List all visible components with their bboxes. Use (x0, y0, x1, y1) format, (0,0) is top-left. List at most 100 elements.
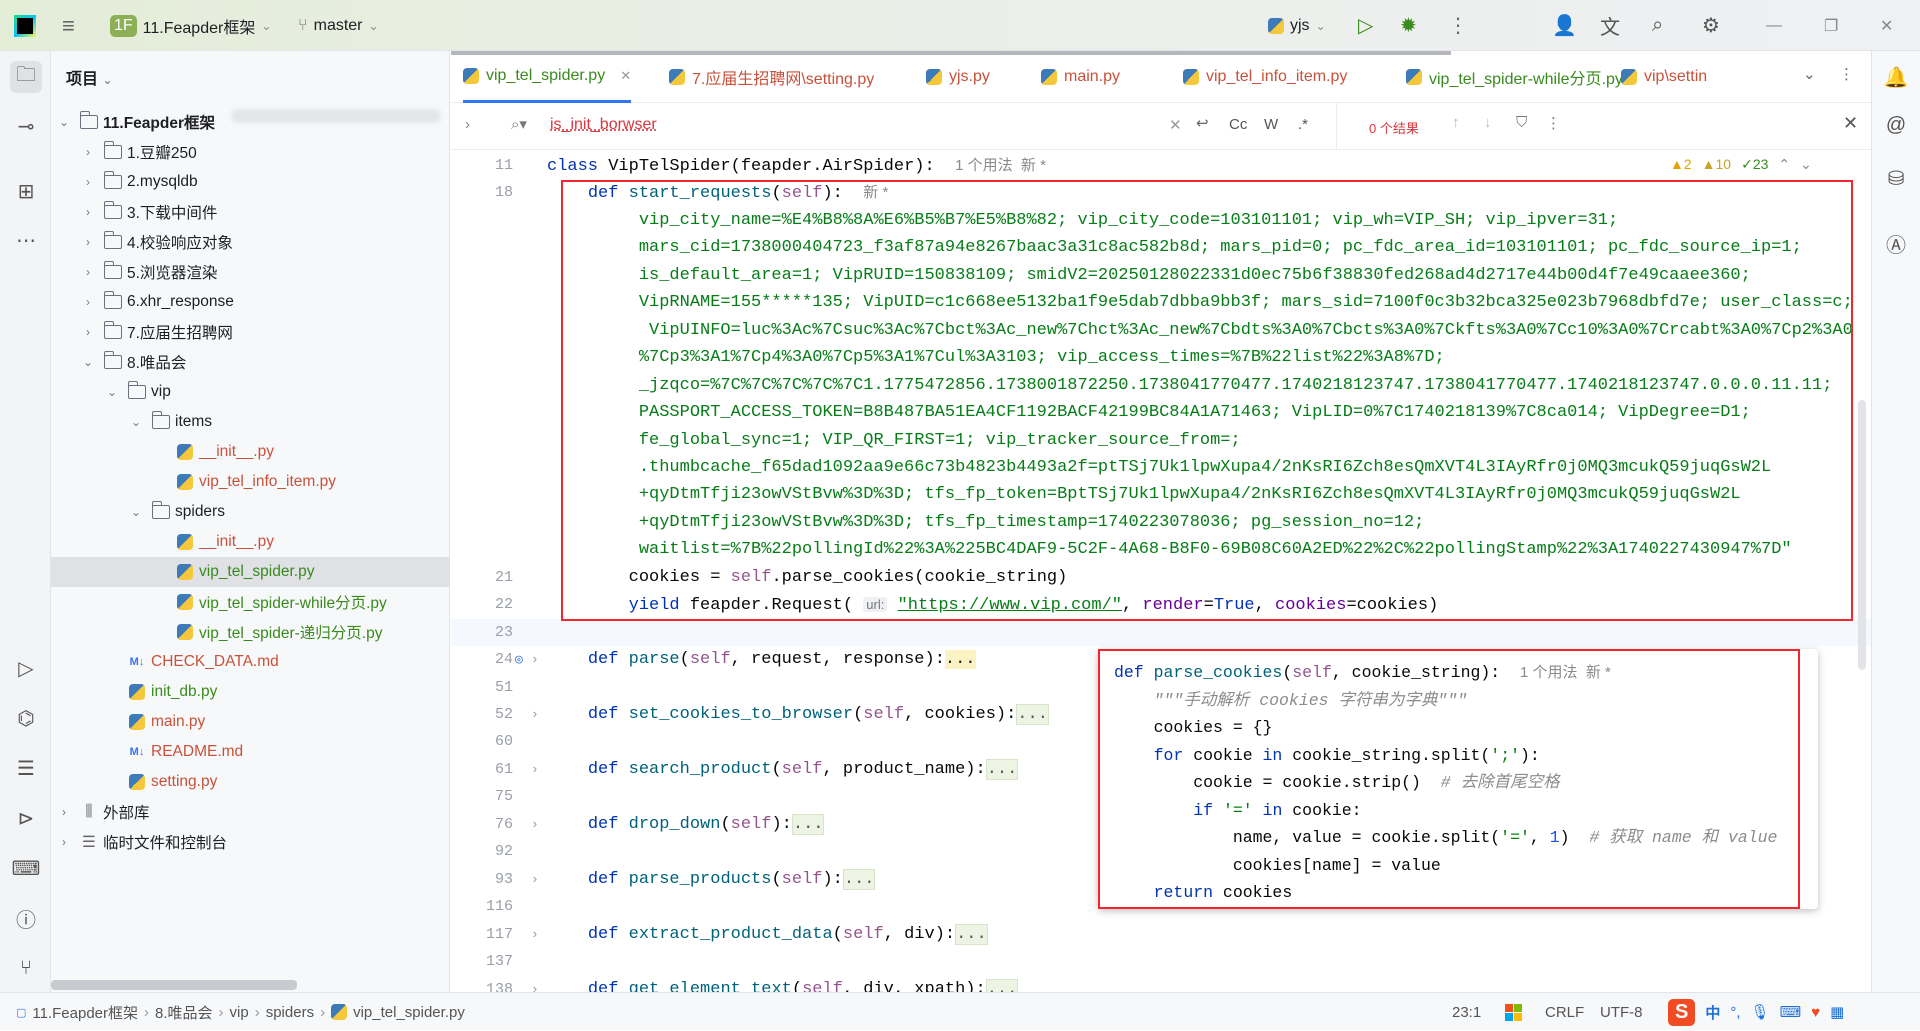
tree-item[interactable]: ⌄ items (51, 407, 450, 437)
ime-mode[interactable]: 中 (1705, 1002, 1720, 1023)
toolbox-icon[interactable]: ▦ (1830, 1003, 1844, 1021)
code-line[interactable]: 11 class VipTelSpider(feapder.AirSpider):… (451, 152, 1871, 179)
code-line[interactable]: 21 cookies = self.parse_cookies(cookie_s… (451, 564, 1871, 591)
fold-chevron-icon[interactable]: › (531, 646, 539, 673)
tab-3[interactable]: main.py (1041, 51, 1120, 103)
chevron-right-icon[interactable]: › (81, 325, 95, 339)
maximize-button[interactable]: ❐ (1824, 0, 1838, 51)
fold-chevron-icon[interactable]: › (531, 921, 539, 948)
layers-icon[interactable]: ☰ (10, 752, 42, 784)
code-line[interactable]: VipUINFO=luc%3Ac%7Csuc%3Ac%7Cbct%3Ac_new… (451, 317, 1871, 344)
fold-chevron-icon[interactable]: › (531, 811, 539, 838)
problems-icon[interactable]: ⓘ (10, 902, 42, 934)
code-line[interactable]: +qyDtmTfji23owVStBvw%3D%3D; tfs_fp_token… (451, 481, 1871, 508)
caret-position[interactable]: 23:1 (1452, 993, 1481, 1031)
sciview-icon[interactable]: Ⓐ (1880, 227, 1912, 259)
chevron-right-icon[interactable]: › (81, 205, 95, 219)
tree-item[interactable]: › 3.下载中间件 (51, 197, 450, 227)
next-occurrence-icon[interactable]: ↓ (1484, 114, 1492, 131)
tab-5[interactable]: vip_tel_spider-while分页.py (1406, 51, 1623, 103)
next-highlight-icon[interactable]: ⌄ (1800, 156, 1812, 173)
tab-4[interactable]: vip_tel_info_item.py (1183, 51, 1347, 103)
tab-2[interactable]: yjs.py (926, 51, 990, 103)
code-line[interactable]: VipRNAME=155*****135; VipUID=c1c668ee513… (451, 289, 1871, 316)
chevron-down-icon[interactable]: ⌄ (105, 385, 119, 399)
search-input[interactable]: is_init_borwser (550, 116, 657, 134)
translate-icon[interactable]: 文 (1600, 0, 1620, 51)
services-icon[interactable]: ⊳ (10, 802, 42, 834)
tree-item[interactable]: › 1.豆瓣250 (51, 137, 450, 167)
code-line[interactable]: 18 def start_requests(self): 新 * (451, 179, 1871, 206)
override-gutter-icon[interactable]: ◎ (515, 646, 523, 673)
code-line[interactable]: %7Cp3%3A1%7Cp4%3A0%7Cp5%3A1%7Cul%3A3103;… (451, 344, 1871, 371)
match-case-toggle[interactable]: Cc (1229, 116, 1247, 133)
structure-icon[interactable]: ⊞ (10, 175, 42, 207)
editor-scrollbar[interactable] (1858, 400, 1866, 670)
python-console-icon[interactable]: ⌬ (10, 702, 42, 734)
tab-1[interactable]: 7.应届生招聘网\setting.py (669, 51, 874, 103)
commit-icon[interactable]: ⊸ (10, 110, 42, 142)
prev-highlight-icon[interactable]: ⌃ (1778, 156, 1790, 173)
close-button[interactable]: ✕ (1880, 0, 1893, 51)
tree-item[interactable]: M↓ README.md (51, 737, 450, 767)
search-history-icon[interactable]: ⌕▾ (511, 115, 527, 133)
tab-more-icon[interactable]: ⋮ (1839, 65, 1854, 83)
chevron-right-icon[interactable]: › (81, 265, 95, 279)
code-line[interactable]: 138 › def get_element_text(self, div, xpa… (451, 976, 1871, 992)
code-line[interactable]: PASSPORT_ACCESS_TOKEN=B8B487BA51EA4CF119… (451, 399, 1871, 426)
debug-icon[interactable]: ✹ (1400, 0, 1417, 51)
fold-chevron-icon[interactable]: › (531, 701, 539, 728)
breadcrumb-item[interactable]: 11.Feapder框架 (32, 1002, 138, 1023)
chevron-right-icon[interactable]: › (57, 805, 71, 819)
tab-0[interactable]: vip_tel_spider.py ✕ (463, 51, 632, 103)
run-icon[interactable]: ▷ (1358, 0, 1373, 51)
tree-item[interactable]: ⌄ 8.唯品会 (51, 347, 450, 377)
chevron-right-icon[interactable]: › (81, 175, 95, 189)
horizontal-scrollbar[interactable] (51, 980, 297, 990)
previous-occurrence-icon[interactable]: ↑ (1452, 114, 1460, 131)
more-tools-icon[interactable]: ⋯ (10, 224, 42, 256)
tree-item[interactable]: › 5.浏览器渲染 (51, 257, 450, 287)
database-icon[interactable]: ⛁ (1880, 162, 1912, 194)
expand-replace-icon[interactable]: › (465, 116, 470, 133)
inspection-widget[interactable]: ▲2 ▲10 ✓23 ⌃ ⌄ (1670, 156, 1812, 173)
tree-item[interactable]: ⌄ vip (51, 377, 450, 407)
tree-item[interactable]: › ⫼ 外部库 (51, 797, 450, 827)
tree-item[interactable]: vip_tel_info_item.py (51, 467, 450, 497)
tree-item[interactable]: › 4.校验响应对象 (51, 227, 450, 257)
chevron-down-icon[interactable]: ⌄ (57, 115, 71, 129)
tree-item[interactable]: init_db.py (51, 677, 450, 707)
branch-switcher[interactable]: ⑂ master ⌄ (298, 0, 379, 51)
more-icon[interactable]: ⋮ (1448, 0, 1468, 51)
code-line[interactable]: +qyDtmTfji23owVStBvw%3D%3D; tfs_fp_times… (451, 509, 1871, 536)
whole-words-toggle[interactable]: W (1264, 116, 1278, 133)
project-switcher[interactable]: 1F 11.Feapder框架 ⌄ (110, 0, 271, 51)
breadcrumb-item[interactable]: 8.唯品会 (155, 1002, 213, 1023)
close-tab-icon[interactable]: ✕ (620, 68, 631, 84)
ime-toolbar[interactable]: S 中 °, 🎙 ⌨ ♥ ▦ (1668, 993, 1844, 1031)
code-line[interactable]: _jzqco=%7C%7C%7C%7C%7C1.1775472856.17380… (451, 372, 1871, 399)
project-folder-icon[interactable]: 🗀 (10, 61, 42, 93)
tree-item[interactable]: vip_tel_spider-递归分页.py (51, 617, 450, 647)
tree-item[interactable]: › ☰ 临时文件和控制台 (51, 827, 450, 857)
project-panel-title[interactable]: 项目 ⌄ (66, 65, 113, 89)
tab-6[interactable]: vip\settin (1621, 51, 1726, 103)
filter-icon[interactable]: ⛉ (1516, 114, 1527, 131)
tree-item[interactable]: › 2.mysqldb (51, 167, 450, 197)
new-line-icon[interactable]: ↩ (1196, 114, 1209, 132)
code-line[interactable]: 137 (451, 948, 1871, 975)
tree-item[interactable]: › 7.应届生招聘网 (51, 317, 450, 347)
tree-item[interactable]: ⌄ spiders (51, 497, 450, 527)
skin-icon[interactable]: ♥ (1811, 1004, 1820, 1021)
clear-search-icon[interactable]: ✕ (1169, 116, 1182, 134)
chevron-down-icon[interactable]: ⌄ (81, 355, 95, 369)
fold-chevron-icon[interactable]: › (531, 866, 539, 893)
code-line[interactable]: is_default_area=1; VipRUID=150838109; sm… (451, 262, 1871, 289)
tree-item[interactable]: __init__.py (51, 527, 450, 557)
code-line[interactable]: .thumbcache_f65dad1092aa9e66c73b4823b449… (451, 454, 1871, 481)
code-line[interactable]: vip_city_name=%E4%B8%8A%E6%B5%B7%E5%B8%8… (451, 207, 1871, 234)
tree-item[interactable]: vip_tel_spider.py (51, 557, 450, 587)
more-options-icon[interactable]: ⋮ (1546, 114, 1561, 132)
microphone-icon[interactable]: 🎙 (1751, 1003, 1770, 1021)
ai-assistant-icon[interactable]: @ (1880, 109, 1912, 141)
